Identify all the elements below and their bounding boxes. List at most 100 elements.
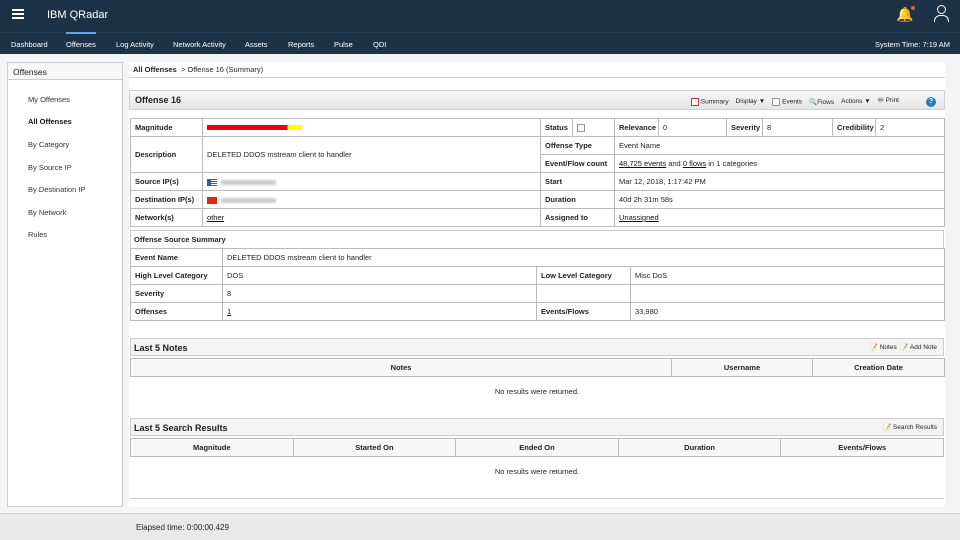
search-results-table: Magnitude Started On Ended On Duration Event… xyxy=(130,438,944,457)
tab-network-activity[interactable]: Network Activity xyxy=(173,40,226,49)
network-link[interactable]: other xyxy=(207,213,224,222)
add-note-button[interactable]: 📝 Add Note xyxy=(900,344,937,351)
breadcrumb-all-offenses[interactable]: All Offenses xyxy=(133,65,177,74)
source-summary-title: Offense Source Summary xyxy=(130,230,944,248)
events-icon xyxy=(772,97,781,106)
tab-assets[interactable]: Assets xyxy=(245,40,268,49)
events-flows-value: 33,980 xyxy=(629,302,946,321)
magnitude-column-header[interactable]: Magnitude xyxy=(130,438,294,457)
creation-date-column-header[interactable]: Creation Date xyxy=(812,358,945,377)
sidebar: Offenses My Offenses All Offenses By Cat… xyxy=(7,62,123,507)
low-level-category-value: Misc DoS xyxy=(629,266,946,285)
source-ip-label: Source IP(s) xyxy=(130,172,203,191)
events-link[interactable]: 48,725 events xyxy=(619,159,666,168)
magnitude-label: Magnitude xyxy=(130,118,203,137)
tab-offenses[interactable]: Offenses xyxy=(66,32,96,49)
offense-type-label: Offense Type xyxy=(540,136,615,155)
notifications-bell-icon[interactable]: 🔔 xyxy=(896,6,916,23)
event-flow-count-label: Event/Flow count xyxy=(540,154,615,173)
duration-label: Duration xyxy=(540,190,615,209)
summary-severity-label: Severity xyxy=(130,284,223,303)
notes-title: Last 5 Notes xyxy=(134,343,188,353)
status-label: Status xyxy=(540,118,573,137)
search-results-title: Last 5 Search Results xyxy=(134,423,228,433)
summary-button[interactable]: Summary xyxy=(690,97,729,106)
event-name-value: DELETED DDOS mstream client to handler xyxy=(221,248,946,267)
started-on-column-header[interactable]: Started On xyxy=(292,438,457,457)
sidebar-item-by-destination-ip[interactable]: By Destination IP xyxy=(28,185,86,194)
offense-header: Offense 16 Summary Display ▼ Events 🔍Flo… xyxy=(129,90,945,110)
search-results-button[interactable]: 📝 Search Results xyxy=(883,423,937,431)
us-flag-icon xyxy=(207,178,217,186)
sidebar-item-rules[interactable]: Rules xyxy=(28,230,47,239)
tab-log-activity[interactable]: Log Activity xyxy=(116,40,154,49)
duration-column-header[interactable]: Duration xyxy=(617,438,782,457)
search-results-header: Last 5 Search Results 📝 Search Results xyxy=(130,418,944,436)
summary-severity-value: 8 xyxy=(222,284,537,303)
breadcrumb: All Offenses > Offense 16 (Summary) xyxy=(129,62,945,78)
offenses-label: Offenses xyxy=(130,302,223,321)
destination-ip-label: Destination IP(s) xyxy=(130,190,203,209)
search-empty-message: No results were returned. xyxy=(494,467,580,476)
top-bar: IBM QRadar 🔔 xyxy=(0,0,960,32)
event-name-label: Event Name xyxy=(130,248,223,267)
user-icon[interactable] xyxy=(933,5,949,23)
offense-type-value: Event Name xyxy=(614,136,945,155)
tab-dashboard[interactable]: Dashboard xyxy=(11,40,48,49)
destination-ip-value[interactable] xyxy=(202,190,541,209)
severity-label: Severity xyxy=(726,118,763,137)
main-content: All Offenses > Offense 16 (Summary) Offe… xyxy=(129,62,946,507)
tab-pulse[interactable]: Pulse xyxy=(334,40,353,49)
offense-title: Offense 16 xyxy=(135,95,182,105)
credibility-label: Credibility xyxy=(832,118,876,137)
start-label: Start xyxy=(540,172,615,191)
relevance-value: 0 xyxy=(658,118,727,137)
magnitude-bar xyxy=(202,118,541,137)
notes-button[interactable]: 📝 Notes xyxy=(870,344,897,351)
actions-menu[interactable]: Actions ▼ xyxy=(841,98,871,105)
source-ip-value[interactable] xyxy=(202,172,541,191)
network-label: Network(s) xyxy=(130,208,203,227)
sidebar-item-by-network[interactable]: By Network xyxy=(28,208,66,217)
notes-empty-message: No results were returned. xyxy=(494,387,580,396)
flows-link[interactable]: 0 flows xyxy=(683,159,706,168)
tab-qdi[interactable]: QDI xyxy=(373,40,386,49)
summary-icon xyxy=(690,97,699,106)
sidebar-item-my-offenses[interactable]: My Offenses xyxy=(28,95,70,104)
flows-button[interactable]: 🔍Flows xyxy=(809,98,834,106)
events-flows-column-header[interactable]: Events/Flows xyxy=(780,438,944,457)
tab-reports[interactable]: Reports xyxy=(288,40,314,49)
username-column-header[interactable]: Username xyxy=(671,358,813,377)
menu-icon[interactable] xyxy=(12,9,24,19)
printer-icon: 🖶 xyxy=(877,97,884,104)
sidebar-item-all-offenses[interactable]: All Offenses xyxy=(28,117,72,126)
footer: Elapsed time: 0:00:00.429 xyxy=(0,513,960,540)
events-flows-label: Events/Flows xyxy=(536,302,631,321)
assigned-link[interactable]: Unassigned xyxy=(619,213,659,222)
credibility-value: 2 xyxy=(875,118,945,137)
description-value: DELETED DDOS mstream client to handler xyxy=(202,136,541,173)
duration-value: 40d 2h 31m 58s xyxy=(614,190,945,209)
sidebar-item-by-category[interactable]: By Category xyxy=(28,140,69,149)
sidebar-item-by-source-ip[interactable]: By Source IP xyxy=(28,163,72,172)
notes-column-header[interactable]: Notes xyxy=(130,358,672,377)
system-time: System Time: 7:19 AM xyxy=(874,40,950,49)
sidebar-title: Offenses xyxy=(8,63,122,80)
cn-flag-icon xyxy=(207,196,217,204)
start-value: Mar 12, 2018, 1:17:42 PM xyxy=(614,172,945,191)
high-level-category-value: DOS xyxy=(222,266,537,285)
ended-on-column-header[interactable]: Ended On xyxy=(455,438,619,457)
offenses-link[interactable]: 1 xyxy=(227,307,231,316)
help-icon[interactable]: ? xyxy=(926,96,936,107)
offense-details-table: Magnitude Status Relevance 0 Severity 8 … xyxy=(130,118,945,227)
assigned-label: Assigned to xyxy=(540,208,615,227)
events-button[interactable]: Events xyxy=(772,97,802,106)
status-icon xyxy=(577,124,585,132)
severity-value: 8 xyxy=(762,118,833,137)
display-menu[interactable]: Display ▼ xyxy=(736,98,766,105)
print-button[interactable]: 🖶 Print xyxy=(878,96,899,107)
elapsed-time: Elapsed time: 0:00:00.429 xyxy=(136,523,229,532)
magnifier-icon: 🔍 xyxy=(809,98,818,106)
notes-header: Last 5 Notes 📝 Notes 📝 Add Note xyxy=(130,338,944,356)
event-flow-count-value: 48,725 events and 0 flows in 1 categorie… xyxy=(614,154,945,173)
